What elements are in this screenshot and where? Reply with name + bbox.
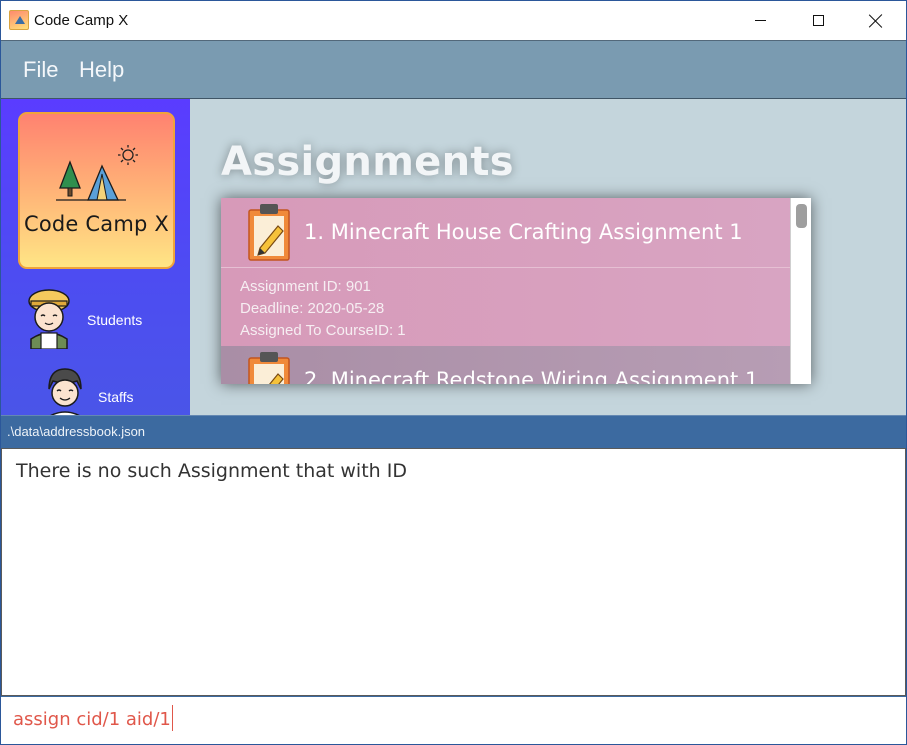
assignment-id: Assignment ID: 901 [240,278,371,295]
menu-help[interactable]: Help [79,57,124,83]
app-logo: Code Camp X [18,112,175,269]
assignment-list[interactable]: 1. Minecraft House Crafting Assignment 1… [221,198,811,384]
assignment-course: Assigned To CourseID: 1 [240,322,406,339]
menu-bar: File Help [1,40,906,99]
command-box[interactable]: assign cid/1 aid/1 [1,696,906,744]
clipboard-pencil-icon [248,352,290,384]
sidebar: Code Camp X Students Staffs [1,99,190,415]
assignment-title: 1. Minecraft House Crafting Assignment 1 [304,220,743,244]
assignment-title: 2. Minecraft Redstone Wiring Assignment … [304,368,759,384]
list-scrollbar[interactable] [790,198,811,384]
assignment-deadline: Deadline: 2020-05-28 [240,300,385,317]
maximize-button[interactable] [789,1,847,40]
window-title: Code Camp X [34,12,129,29]
sidebar-item-students-label: Students [87,312,143,328]
command-text: assign cid/1 aid/1 [13,709,171,730]
sidebar-item-staffs-label: Staffs [98,389,134,405]
text-caret [171,705,173,731]
data-file-path: .\data\addressbook.json [7,424,146,439]
close-icon [869,14,883,28]
sidebar-item-students[interactable]: Students [25,289,175,353]
camp-tent-icon [56,145,138,201]
assignment-card[interactable]: 1. Minecraft House Crafting Assignment 1… [221,198,790,346]
scroll-thumb[interactable] [796,204,807,228]
menu-file[interactable]: File [23,57,58,83]
logo-text: Code Camp X [23,212,170,236]
main-panel: Assignments 1. Minecraft House Crafting … [190,99,906,415]
app-logo-icon [9,10,29,30]
student-avatar-icon [28,289,70,349]
result-display[interactable]: There is no such Assignment that with ID [1,448,906,696]
app-window: Code Camp X File Help Code Camp X Studen… [0,0,907,745]
clipboard-pencil-icon [248,204,290,261]
close-button[interactable] [847,1,905,40]
minimize-button[interactable] [731,1,789,40]
assignment-card-header: 1. Minecraft House Crafting Assignment 1 [221,198,790,268]
page-title: Assignments [221,139,514,185]
assignment-card[interactable]: 2. Minecraft Redstone Wiring Assignment … [221,346,790,384]
status-bar: .\data\addressbook.json [1,415,906,448]
command-input[interactable]: assign cid/1 aid/1 [13,705,173,731]
maximize-icon [812,15,824,26]
result-message: There is no such Assignment that with ID [16,460,407,482]
assignment-card-header: 2. Minecraft Redstone Wiring Assignment … [221,346,790,384]
sidebar-item-staffs[interactable]: Staffs [25,367,175,415]
staff-avatar-icon [48,368,82,415]
title-bar: Code Camp X [1,1,906,40]
minimize-icon [754,20,766,21]
